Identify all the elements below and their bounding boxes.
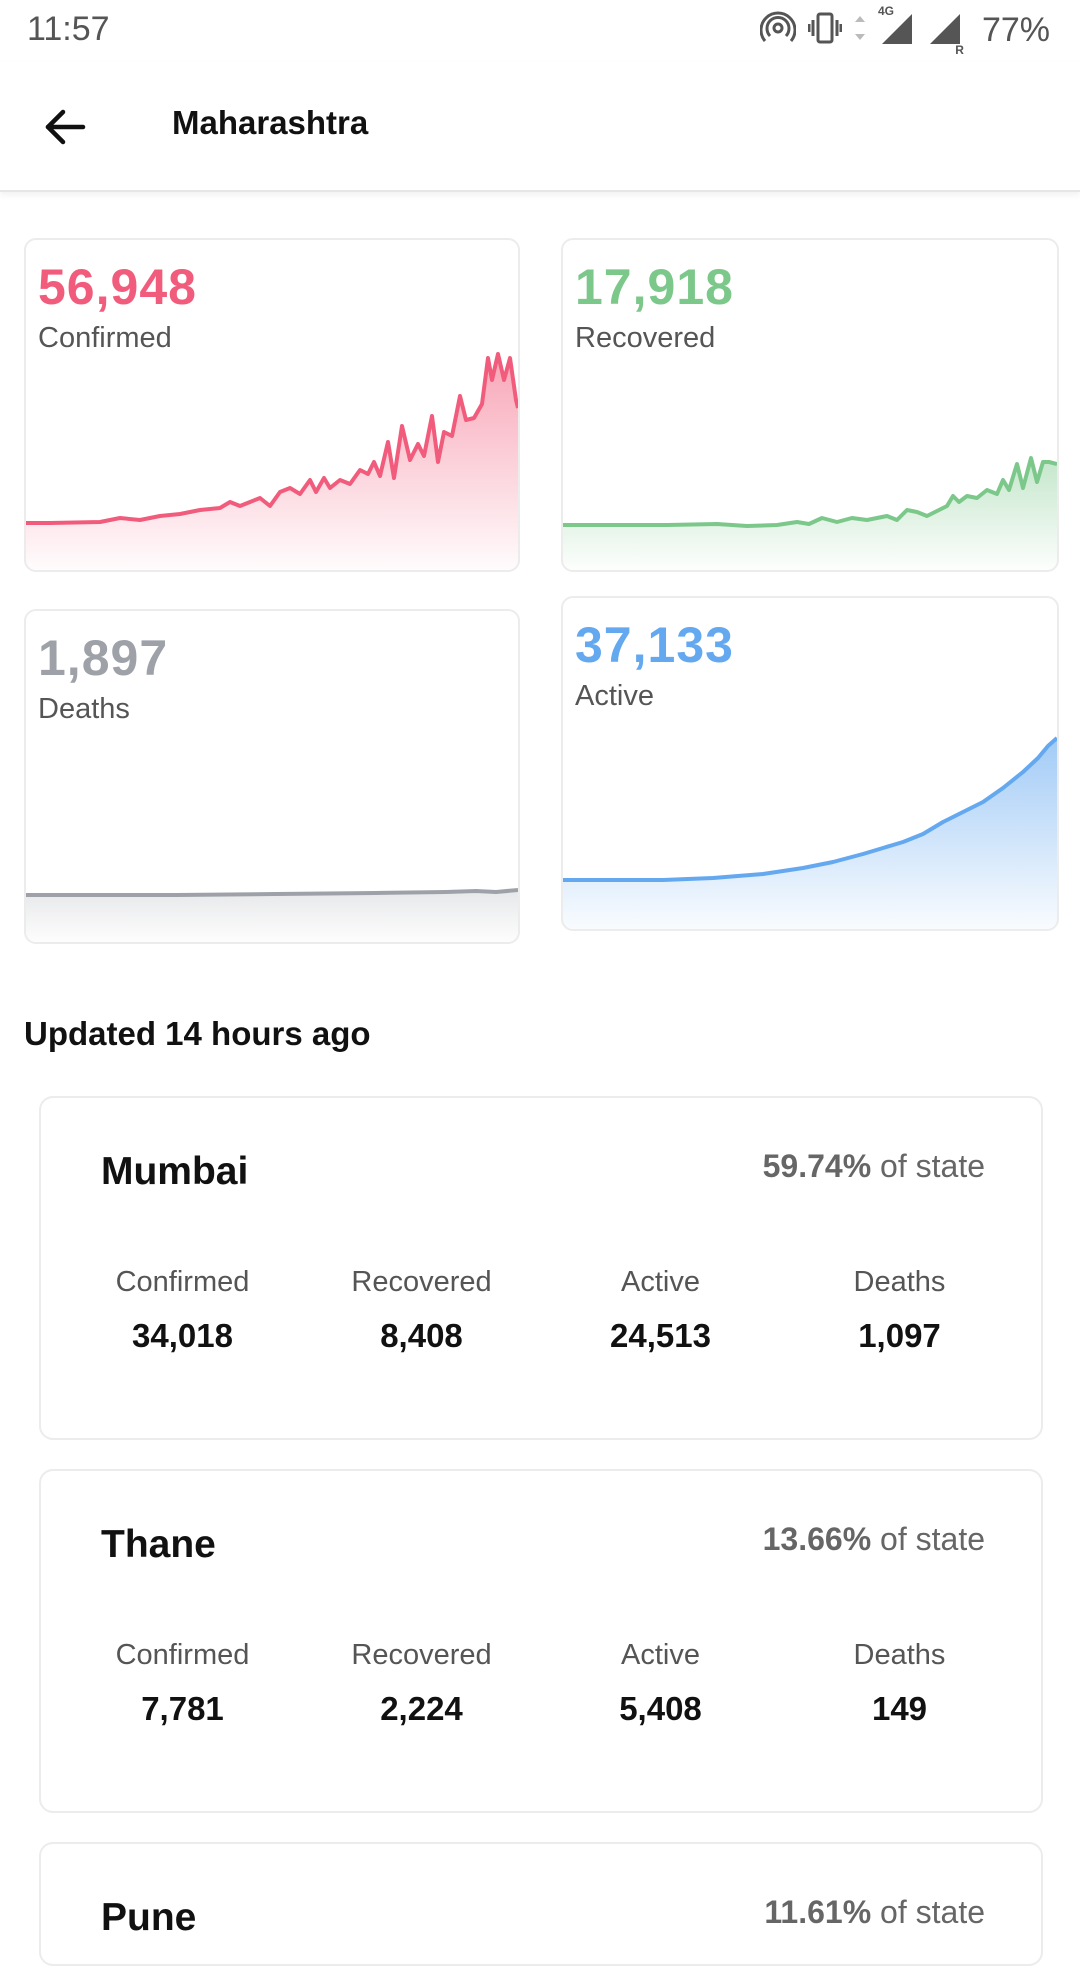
stat-value: 2,224 [380,1690,463,1727]
district-stat-deaths: Deaths 1,097 [780,1266,1019,1355]
stat-value: 24,513 [610,1317,711,1354]
active-card[interactable]: 37,133 Active [561,596,1059,931]
district-stat-confirmed: Confirmed 34,018 [63,1266,302,1355]
district-card-mumbai[interactable]: Mumbai 59.74% of state Confirmed 34,018 … [39,1096,1043,1440]
district-share-percent: 13.66% [762,1521,872,1557]
stat-value: 1,097 [858,1317,941,1354]
page-title: Maharashtra [172,104,369,141]
district-stat-active: Active 5,408 [541,1639,780,1728]
district-name: Thane [101,1523,216,1566]
stat-label: Active [621,1266,700,1298]
active-sparkline [563,736,1057,929]
signal-roaming-icon: R [926,10,964,57]
stat-value: 7,781 [141,1690,224,1727]
district-stat-recovered: Recovered 2,224 [302,1639,541,1728]
district-share: 11.61% of state [764,1894,985,1931]
district-share-suffix: of state [880,1894,985,1930]
recovered-card[interactable]: 17,918 Recovered [561,238,1059,572]
stat-label: Deaths [853,1266,946,1298]
stat-value: 5,408 [619,1690,702,1727]
district-share-percent: 59.74% [762,1148,872,1184]
stat-label: Recovered [351,1266,492,1298]
deaths-sparkline [26,888,518,942]
stat-label: Confirmed [115,1266,250,1298]
district-name: Pune [101,1896,197,1939]
stat-value: 8,408 [380,1317,463,1354]
district-share-percent: 11.61% [764,1894,872,1930]
signal-4g-icon: 4G [878,4,914,51]
confirmed-sparkline [26,352,518,570]
battery-level: 77% [981,10,1050,49]
district-stat-confirmed: Confirmed 7,781 [63,1639,302,1728]
district-share-suffix: of state [880,1148,985,1184]
hotspot-icon [759,10,797,51]
roaming-label: R [955,42,964,57]
arrow-left-icon [45,109,86,145]
district-share: 59.74% of state [763,1148,985,1185]
status-time: 11:57 [27,10,110,48]
data-arrows-icon [854,13,866,48]
district-card-thane[interactable]: Thane 13.66% of state Confirmed 7,781 Re… [39,1469,1043,1813]
vibrate-icon [807,10,843,51]
network-type-label: 4G [877,3,894,18]
district-stats: Confirmed 7,781 Recovered 2,224 Active 5… [41,1639,1041,1728]
district-stats: Confirmed 34,018 Recovered 8,408 Active … [41,1266,1041,1355]
status-icons: 4G R 77% [759,4,1050,57]
district-stat-active: Active 24,513 [541,1266,780,1355]
stat-value: 34,018 [132,1317,233,1354]
district-stat-deaths: Deaths 149 [780,1639,1019,1728]
updated-text: Updated 14 hours ago [24,1015,371,1052]
district-share: 13.66% of state [763,1521,985,1558]
stat-label: Active [621,1639,700,1671]
deaths-card[interactable]: 1,897 Deaths [24,609,520,944]
app-bar: Maharashtra [0,62,1080,192]
stat-value: 149 [871,1690,928,1727]
back-button[interactable] [30,92,100,162]
district-card-pune[interactable]: Pune 11.61% of state [39,1842,1043,1966]
status-bar: 11:57 4G R 77% [0,0,1080,62]
stat-label: Recovered [351,1639,492,1671]
district-name: Mumbai [101,1150,249,1193]
stat-label: Confirmed [115,1639,250,1671]
district-share-suffix: of state [880,1521,985,1557]
district-stat-recovered: Recovered 8,408 [302,1266,541,1355]
confirmed-card[interactable]: 56,948 Confirmed [24,238,520,572]
stat-label: Deaths [853,1639,946,1671]
recovered-sparkline [563,456,1057,570]
